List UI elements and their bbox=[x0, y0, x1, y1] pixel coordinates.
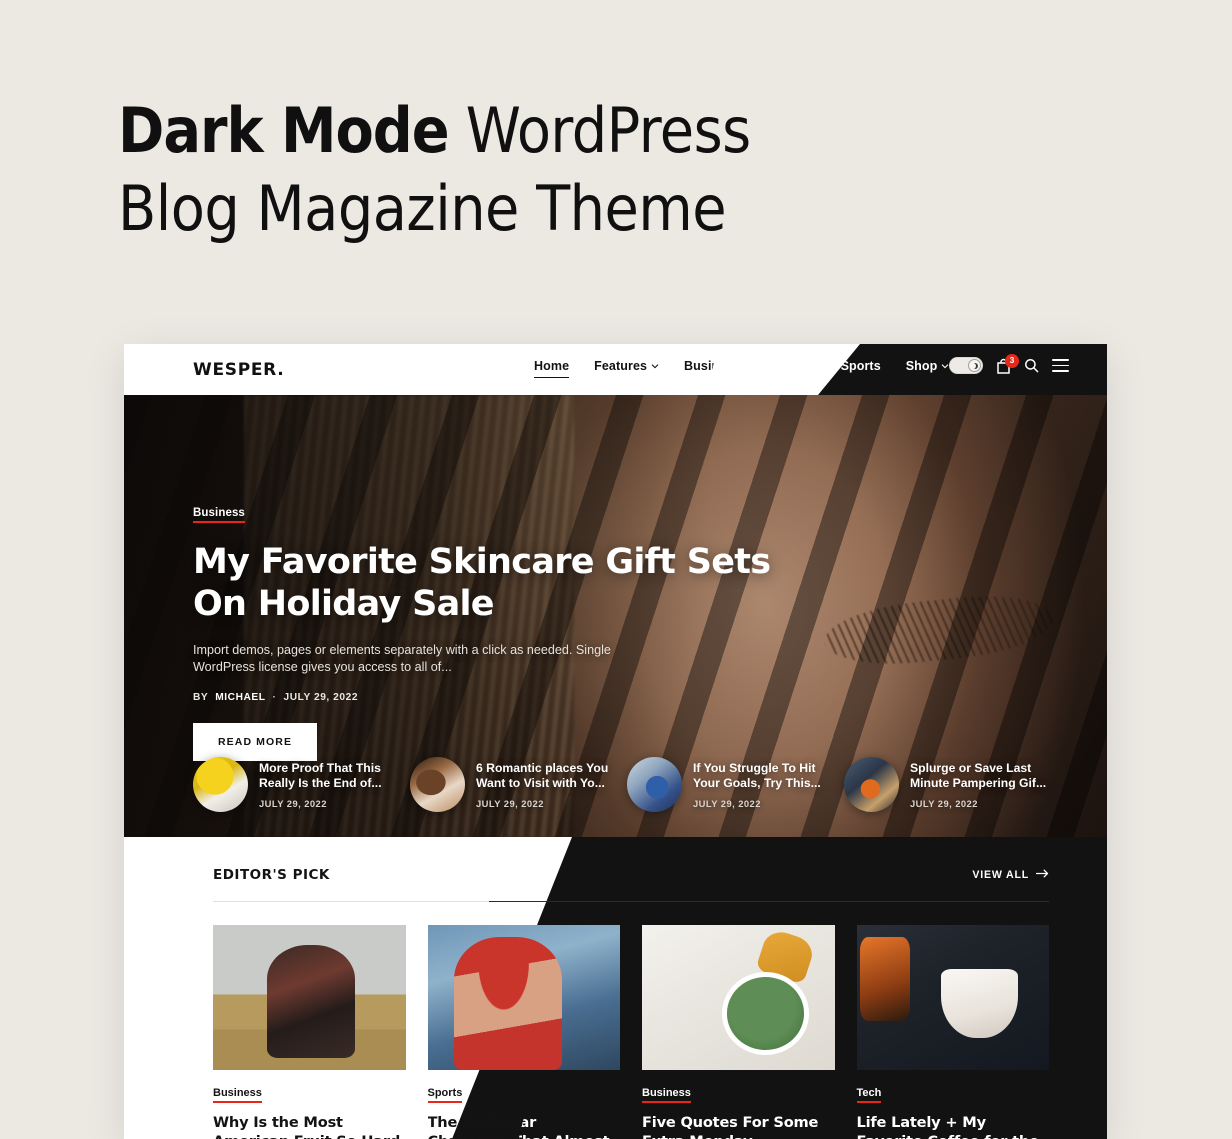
article-card[interactable]: Sports The No Sugar Challenge That Almos… bbox=[427, 925, 621, 1139]
chevron-down-icon bbox=[651, 362, 659, 370]
editors-pick-title: EDITOR'S PICK bbox=[213, 867, 330, 883]
hero-thumb-title: If You Struggle To Hit Your Goals, Try T… bbox=[693, 760, 821, 791]
nav-item-active[interactable]: Active bbox=[777, 359, 815, 373]
view-all-link[interactable]: VIEW ALL bbox=[972, 869, 1049, 881]
hero-thumb-image bbox=[627, 757, 682, 812]
article-card-category[interactable]: Business bbox=[213, 1087, 262, 1103]
hero-category-tag[interactable]: Business bbox=[193, 507, 245, 523]
hero-thumb-image bbox=[193, 757, 248, 812]
headline-line-1: Dark Mode WordPress bbox=[118, 92, 978, 170]
hero-thumb-title: 6 Romantic places You Want to Visit with… bbox=[476, 760, 609, 791]
nav-item-label: Active bbox=[777, 359, 816, 373]
editors-pick-header: EDITOR'S PICK VIEW ALL bbox=[213, 867, 1049, 883]
hero-thumb-text: Splurge or Save Last Minute Pampering Gi… bbox=[910, 761, 1049, 809]
hero-thumb-image bbox=[844, 757, 899, 812]
nav-item-label: Features bbox=[594, 359, 648, 373]
hero-title-line-1: My Favorite Skincare Gift Sets bbox=[193, 542, 771, 582]
editors-pick-grid: Business Why Is the Most American Fruit … bbox=[213, 925, 1049, 1139]
read-more-button[interactable]: READ MORE bbox=[193, 723, 318, 761]
article-card-title: Five Quotes For Some Extra Monday Motiva… bbox=[642, 1114, 819, 1139]
cart-count-badge: 3 bbox=[1005, 353, 1019, 368]
toggle-knob bbox=[968, 359, 981, 372]
article-card[interactable]: Business Five Quotes For Some Extra Mond… bbox=[642, 925, 835, 1139]
hero-content: Business My Favorite Skincare Gift Sets … bbox=[193, 395, 833, 761]
nav-item-business[interactable]: Business bbox=[684, 359, 752, 373]
hero-meta-separator: · bbox=[272, 692, 277, 703]
hero-thumbnail-strip: More Proof That This Really Is the End o… bbox=[193, 757, 1049, 812]
chevron-down-icon bbox=[744, 362, 752, 370]
article-card-category[interactable]: Tech bbox=[856, 1087, 882, 1103]
view-all-label: VIEW ALL bbox=[972, 869, 1029, 881]
editors-pick-content: EDITOR'S PICK VIEW ALL Business Why Is t… bbox=[124, 837, 1107, 1139]
nav-item-sports[interactable]: Sports bbox=[841, 359, 881, 373]
hero-meta-author[interactable]: MICHAEL bbox=[215, 692, 265, 703]
article-card[interactable]: Tech Life Lately + My Favorite Coffee fo… bbox=[856, 925, 1049, 1139]
nav-item-shop[interactable]: Shop bbox=[906, 359, 950, 373]
article-card-image bbox=[642, 925, 835, 1070]
arrow-right-icon bbox=[1035, 869, 1049, 881]
headline-light: WordPress bbox=[448, 94, 751, 167]
hero-meta-by: BY bbox=[193, 692, 209, 703]
article-card-category[interactable]: Sports bbox=[427, 1087, 463, 1103]
search-icon[interactable] bbox=[1024, 358, 1039, 373]
article-card-title: Why Is the Most American Fruit So Hard t… bbox=[213, 1114, 400, 1139]
nav-item-features[interactable]: Features bbox=[594, 359, 659, 373]
nav-item-label: Business bbox=[684, 359, 741, 373]
headline-line-2: Blog Magazine Theme bbox=[118, 172, 727, 245]
site-mockup: WESPER. Home Features Business Active Sp… bbox=[124, 344, 1107, 1139]
hero-title-line-2: On Holiday Sale bbox=[193, 584, 495, 624]
hero-excerpt: Import demos, pages or elements separate… bbox=[193, 643, 611, 674]
hero-thumb-item[interactable]: Splurge or Save Last Minute Pampering Gi… bbox=[844, 757, 1049, 812]
header-tools: 3 bbox=[949, 353, 1069, 374]
site-logo[interactable]: WESPER. bbox=[193, 360, 284, 380]
editors-pick-section: EDITOR'S PICK VIEW ALL Business Why Is t… bbox=[124, 837, 1107, 1139]
hero-thumb-date: JULY 29, 2022 bbox=[693, 797, 761, 809]
nav-item-label: Home bbox=[534, 359, 570, 378]
dark-mode-toggle[interactable] bbox=[949, 357, 983, 374]
article-card-category[interactable]: Business bbox=[642, 1087, 691, 1103]
article-card-image bbox=[427, 925, 620, 1070]
article-card[interactable]: Business Why Is the Most American Fruit … bbox=[213, 925, 406, 1139]
hero-thumb-item[interactable]: If You Struggle To Hit Your Goals, Try T… bbox=[627, 757, 832, 812]
hero-thumb-title: Splurge or Save Last Minute Pampering Gi… bbox=[910, 760, 1047, 791]
hero-thumb-image bbox=[410, 757, 465, 812]
hero-meta: BY MICHAEL · JULY 29, 2022 bbox=[193, 692, 833, 703]
hero-title[interactable]: My Favorite Skincare Gift Sets On Holida… bbox=[193, 541, 833, 625]
hero-meta-date: JULY 29, 2022 bbox=[283, 692, 359, 703]
nav-item-home[interactable]: Home bbox=[534, 359, 570, 378]
hero-thumb-text: 6 Romantic places You Want to Visit with… bbox=[476, 761, 615, 809]
hero-thumb-text: If You Struggle To Hit Your Goals, Try T… bbox=[693, 761, 832, 809]
article-card-title: Life Lately + My Favorite Coffee for the… bbox=[856, 1114, 1039, 1139]
shopping-bag-icon[interactable]: 3 bbox=[996, 353, 1019, 374]
nav-item-label: Shop bbox=[905, 359, 938, 373]
headline-strong: Dark Mode bbox=[118, 94, 450, 167]
hero-thumb-date: JULY 29, 2022 bbox=[910, 797, 978, 809]
hero-thumb-item[interactable]: 6 Romantic places You Want to Visit with… bbox=[410, 757, 615, 812]
article-card-image bbox=[856, 925, 1049, 1070]
hero-thumb-date: JULY 29, 2022 bbox=[476, 797, 544, 809]
article-card-image bbox=[213, 925, 406, 1070]
hero-thumb-title: More Proof That This Really Is the End o… bbox=[259, 760, 382, 791]
section-divider bbox=[213, 901, 1049, 902]
hero-thumb-item[interactable]: More Proof That This Really Is the End o… bbox=[193, 757, 398, 812]
nav-item-label: Sports bbox=[840, 359, 881, 373]
page-headline: Dark Mode WordPress Blog Magazine Theme bbox=[118, 92, 978, 248]
hero-section: Business My Favorite Skincare Gift Sets … bbox=[124, 395, 1107, 837]
hamburger-menu-icon[interactable] bbox=[1052, 359, 1069, 372]
site-header: WESPER. Home Features Business Active Sp… bbox=[124, 344, 1107, 395]
main-navigation: Home Features Business Active Sports Sho… bbox=[534, 359, 950, 378]
hero-thumb-text: More Proof That This Really Is the End o… bbox=[259, 761, 398, 809]
hero-thumb-date: JULY 29, 2022 bbox=[259, 797, 327, 809]
article-card-title: The No Sugar Challenge That Almost Broke… bbox=[428, 1114, 621, 1139]
